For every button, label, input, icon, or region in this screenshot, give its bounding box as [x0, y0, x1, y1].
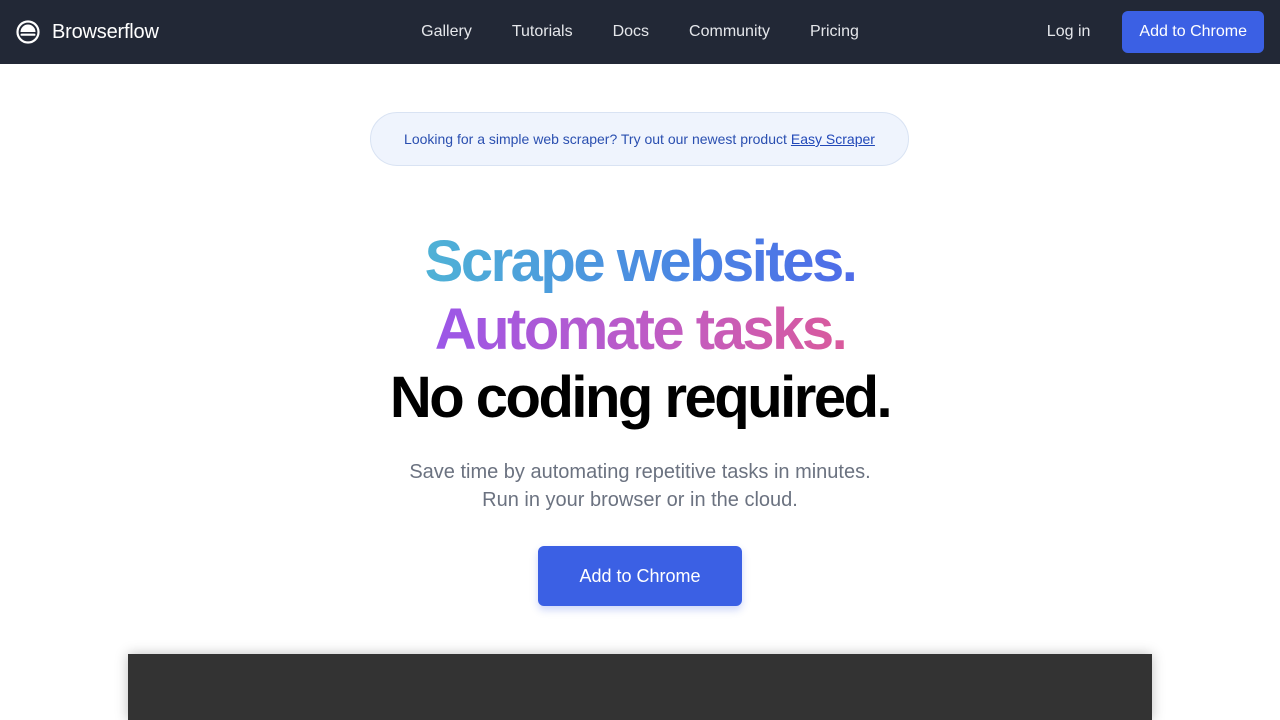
- announcement-banner: Looking for a simple web scraper? Try ou…: [370, 112, 909, 166]
- brand-home-link[interactable]: Browserflow: [16, 0, 159, 64]
- nav-gallery[interactable]: Gallery: [421, 23, 472, 41]
- nav-add-to-chrome-button[interactable]: Add to Chrome: [1122, 11, 1264, 53]
- hero-subtitle-line-2: Run in your browser or in the cloud.: [482, 489, 798, 511]
- login-link[interactable]: Log in: [1047, 23, 1091, 41]
- hero-line-1-text: Scrape websites.: [424, 229, 858, 294]
- hero-heading-line-2: Automate tasks.: [0, 296, 1280, 364]
- brand-name: Browserflow: [52, 20, 159, 43]
- hero-subtitle-line-1: Save time by automating repetitive tasks…: [409, 461, 871, 483]
- demo-video-frame[interactable]: [128, 654, 1152, 720]
- nav-community[interactable]: Community: [689, 23, 770, 41]
- nav-actions: Log in Add to Chrome: [1047, 0, 1264, 64]
- hero-line-2-text: Automate tasks.: [434, 297, 848, 362]
- nav-docs[interactable]: Docs: [613, 23, 649, 41]
- browserflow-logo-icon: [16, 20, 40, 44]
- nav-pricing[interactable]: Pricing: [810, 23, 859, 41]
- announcement-text: Looking for a simple web scraper? Try ou…: [404, 131, 787, 147]
- nav-tutorials[interactable]: Tutorials: [512, 23, 573, 41]
- hero-line-3-text: No coding required.: [389, 365, 893, 430]
- top-navbar: Browserflow Gallery Tutorials Docs Commu…: [0, 0, 1280, 64]
- hero-heading-line-3: No coding required.: [0, 364, 1280, 432]
- main-add-to-chrome-button[interactable]: Add to Chrome: [538, 546, 742, 606]
- hero-heading-line-1: Scrape websites.: [0, 228, 1280, 296]
- easy-scraper-link[interactable]: Easy Scraper: [791, 131, 875, 147]
